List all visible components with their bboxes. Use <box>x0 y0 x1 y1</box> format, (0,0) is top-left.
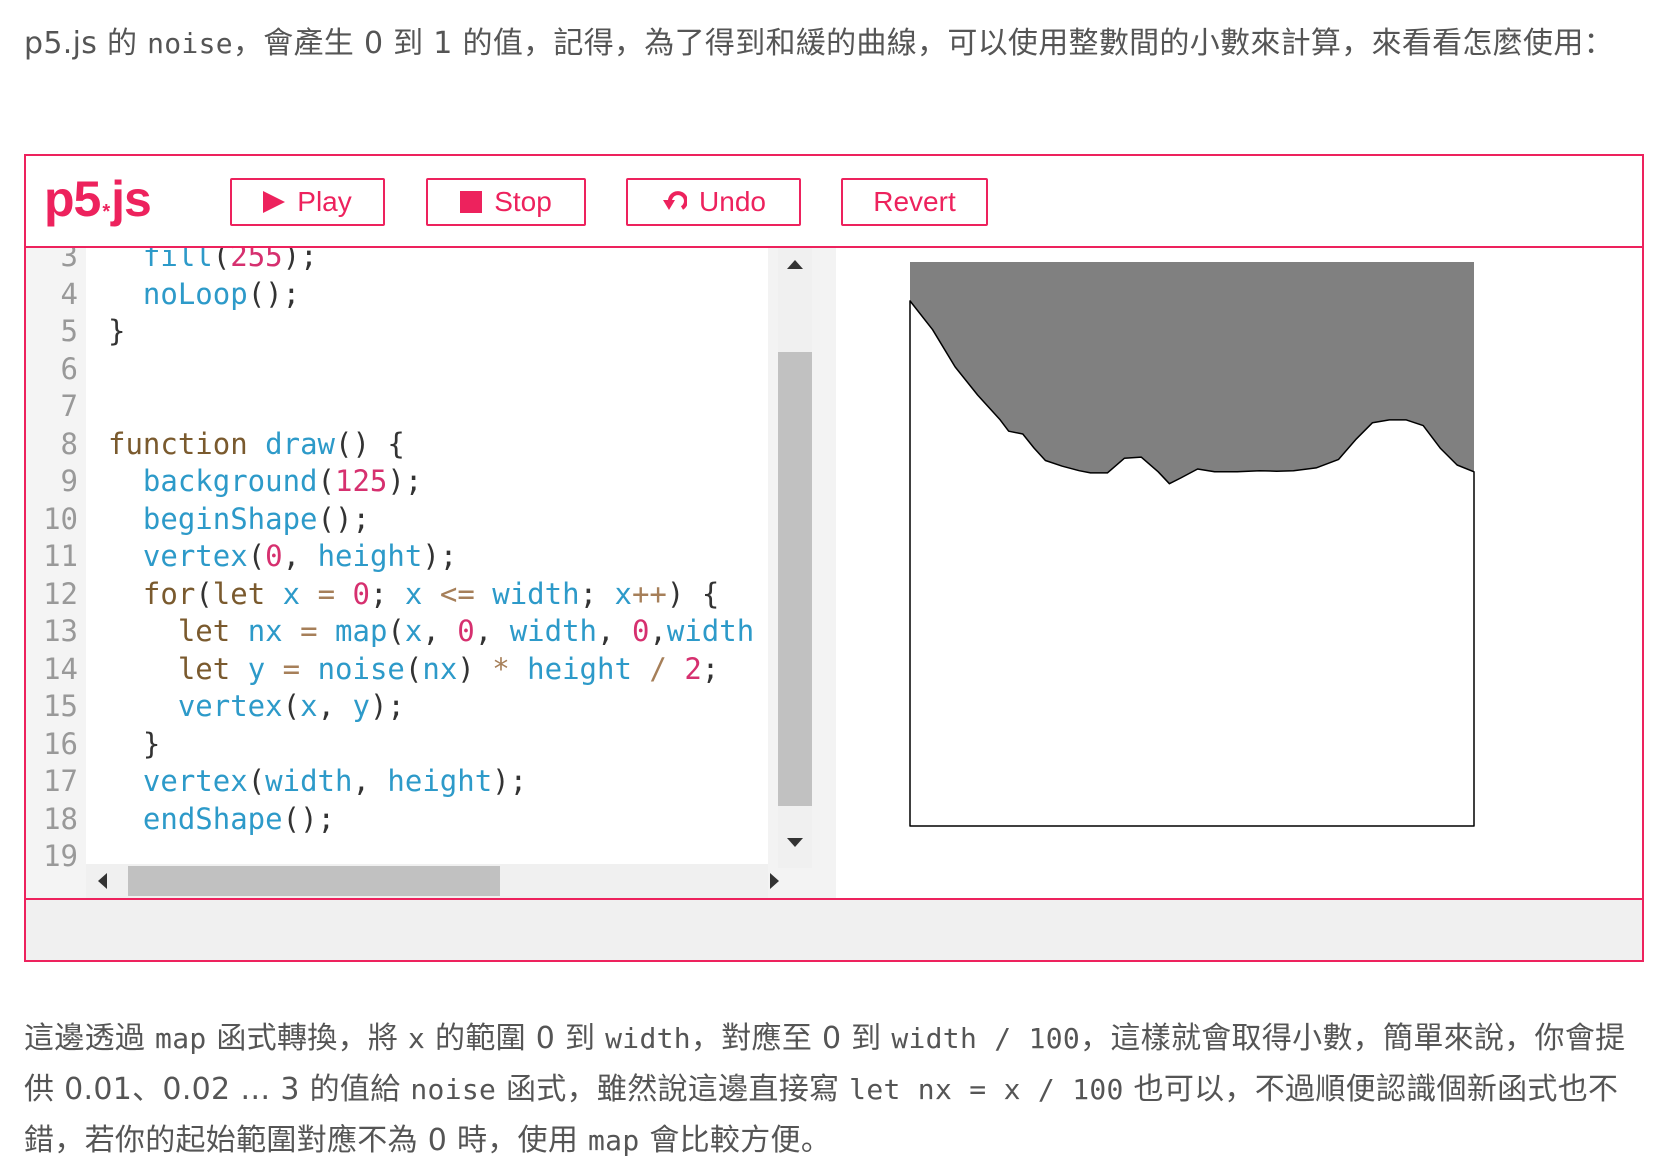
line-number: 5 <box>60 314 78 348</box>
code-text: noLoop(); <box>142 276 301 311</box>
code-text: } <box>108 314 126 348</box>
line-number: 3 <box>60 248 78 273</box>
scroll-down-arrow-icon[interactable] <box>787 838 803 847</box>
code-line[interactable]: 6 <box>26 351 796 389</box>
code-text: vertex(0, height); <box>142 539 458 573</box>
code-text: vertex(x, y); <box>177 689 405 723</box>
horizontal-scrollbar[interactable] <box>86 864 779 898</box>
play-label: Play <box>297 186 352 217</box>
code-text: let nx = map(x, 0, width, 0,width <box>177 614 755 648</box>
inline-code: noise <box>147 27 233 60</box>
outro-paragraph: 這邊透過 map 函式轉換，將 x 的範圍 0 到 width，對應至 0 到 … <box>24 1021 1626 1158</box>
inline-code: width / 100 <box>891 1022 1081 1055</box>
undo-label: Undo <box>699 186 766 217</box>
code-line[interactable]: 7 <box>26 388 796 426</box>
inline-code: width <box>605 1022 691 1055</box>
inline-code: noise <box>410 1073 497 1106</box>
code-line[interactable]: 15 vertex(x, y); <box>26 688 796 726</box>
revert-button[interactable]: Revert <box>841 178 988 226</box>
code-line[interactable]: 13 let nx = map(x, 0, width, 0,width <box>26 613 796 651</box>
code-text: for(let x = 0; x <= width; x++) { <box>142 576 720 611</box>
inline-code: map <box>588 1124 640 1157</box>
undo-icon <box>663 191 688 210</box>
code-text: vertex(width, height); <box>142 764 528 798</box>
horizontal-scroll-thumb[interactable] <box>128 866 500 896</box>
code-line[interactable]: 4 noLoop(); <box>26 276 796 314</box>
intro-paragraph: p5.js 的 noise，會產生 0 到 1 的值，記得，為了得到和緩的曲線，… <box>24 18 1644 69</box>
code-lines: 3 fill(255); 4 noLoop(); 5} 6 7 8 function dra… <box>26 248 796 876</box>
line-number: 12 <box>43 576 78 611</box>
code-text: endShape(); <box>142 801 336 836</box>
code-line[interactable]: 11 vertex(0, height); <box>26 538 796 576</box>
code-line[interactable]: 8 function draw() { <box>26 426 796 464</box>
line-number: 4 <box>60 276 78 311</box>
revert-label: Revert <box>873 186 956 217</box>
code-line[interactable]: 18 endShape(); <box>26 801 796 839</box>
code-line[interactable]: 5} <box>26 313 796 351</box>
sketch-output-area <box>836 248 1642 898</box>
play-button[interactable]: Play <box>230 178 385 226</box>
code-text: function draw() { <box>108 426 405 461</box>
code-line[interactable]: 14 let y = noise(nx) * height / 2; <box>26 651 796 689</box>
code-text: fill(255); <box>142 248 318 273</box>
scroll-left-arrow-icon[interactable] <box>98 873 107 889</box>
line-number: 14 <box>43 651 78 686</box>
sketch-canvas <box>909 262 1475 827</box>
line-number: 11 <box>43 539 78 573</box>
line-number: 17 <box>43 764 78 798</box>
stop-icon <box>460 191 483 213</box>
line-number: 16 <box>43 726 78 761</box>
stop-label: Stop <box>494 186 552 217</box>
code-text: background(125); <box>142 464 423 498</box>
line-number: 13 <box>43 614 78 648</box>
play-icon <box>263 191 286 213</box>
editor-toolbar: p5 *js Play Stop Undo Revert <box>26 156 1642 248</box>
inline-code: x <box>408 1022 426 1055</box>
vertical-scrollbar[interactable] <box>768 248 836 898</box>
p5-editor-widget: p5 *js Play Stop Undo Revert 3 fill(255);… <box>24 154 1644 962</box>
line-number: 7 <box>60 389 78 423</box>
intro-text: p5.js 的 <box>24 26 148 61</box>
line-number: 9 <box>60 464 78 498</box>
p5js-logo: p5 *js <box>44 171 152 227</box>
line-number: 6 <box>60 351 78 386</box>
code-line[interactable]: 16 } <box>26 726 796 764</box>
vertical-scroll-thumb[interactable] <box>778 352 812 806</box>
code-text: } <box>142 726 161 761</box>
code-editor[interactable]: 3 fill(255); 4 noLoop(); 5} 6 7 8 function dra… <box>26 248 836 898</box>
line-number: 18 <box>43 801 78 836</box>
code-line[interactable]: 9 background(125); <box>26 463 796 501</box>
line-number: 15 <box>43 689 78 723</box>
undo-button[interactable]: Undo <box>626 178 801 226</box>
code-line[interactable]: 12 for(let x = 0; x <= width; x++) { <box>26 576 796 614</box>
console-panel <box>26 898 1642 960</box>
intro-text: ，會產生 0 到 1 的值，記得，為了得到和緩的曲線，可以使用整數間的小數來計算… <box>232 26 1614 61</box>
code-text: beginShape(); <box>142 501 370 536</box>
line-number: 19 <box>43 839 78 873</box>
scroll-up-arrow-icon[interactable] <box>787 260 803 269</box>
code-line[interactable]: 10 beginShape(); <box>26 501 796 539</box>
inline-code: map <box>155 1022 207 1055</box>
code-text: let y = noise(nx) * height / 2; <box>177 651 720 686</box>
code-line[interactable]: 17 vertex(width, height); <box>26 763 796 801</box>
stop-button[interactable]: Stop <box>426 178 586 226</box>
inline-code: let nx = x / 100 <box>849 1073 1124 1106</box>
line-number: 10 <box>43 501 78 536</box>
scroll-right-arrow-icon[interactable] <box>770 873 779 889</box>
code-line[interactable]: 3 fill(255); <box>26 248 796 276</box>
line-number: 8 <box>60 426 78 461</box>
